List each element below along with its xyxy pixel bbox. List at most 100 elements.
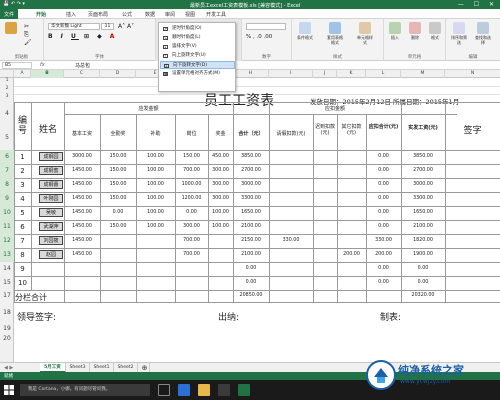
cell-subsidy[interactable]: 100.00 <box>136 210 175 215</box>
cell-bonus[interactable]: 450.00 <box>208 154 233 159</box>
name-box[interactable]: B5 <box>2 62 32 69</box>
menu-counterclockwise[interactable]: ↗ 逆时针角度(O) <box>160 25 235 33</box>
tab-home[interactable]: 开始 <box>36 11 46 18</box>
font-size-select[interactable]: 11 <box>101 23 114 30</box>
cell-attend[interactable]: 150.00 <box>100 168 136 173</box>
cell-net[interactable]: 1820.00 <box>401 238 445 243</box>
employee-name-cell[interactable]: 赵园 <box>39 250 63 259</box>
cell-total[interactable]: 3000.00 <box>233 182 269 187</box>
row-header[interactable]: 10 <box>0 206 14 220</box>
cell-total[interactable]: 3850.00 <box>233 154 269 159</box>
cell-base[interactable]: 1450.00 <box>64 168 100 173</box>
cell-base[interactable]: 1450.00 <box>64 252 100 257</box>
window-controls[interactable]: — ☐ ✕ <box>458 1 498 8</box>
cell-deduct[interactable]: 0.00 <box>366 210 401 215</box>
row-header[interactable]: 7 <box>0 164 14 178</box>
tab-data[interactable]: 数据 <box>145 11 155 18</box>
fx-icon[interactable]: fx <box>40 62 45 68</box>
cell-post[interactable]: 700.00 <box>175 168 208 173</box>
cell-post[interactable]: 700.00 <box>175 252 208 257</box>
col-header-l[interactable]: L <box>366 70 401 78</box>
cell-net[interactable]: 3000.00 <box>401 182 445 187</box>
cell-total[interactable]: 0.00 <box>233 280 269 285</box>
font-grow-shrink[interactable]: A˄ A˅ <box>118 23 134 30</box>
tab-insert[interactable]: 插入 <box>66 11 76 18</box>
row-header[interactable]: 5 <box>0 126 14 150</box>
cell-deduct[interactable]: 0.00 <box>366 196 401 201</box>
cell-deduct[interactable]: 0.00 <box>366 224 401 229</box>
worksheet-grid[interactable]: 员工工资表 发放日期：2015年2月12日 所属日期：2015年1月 编号 姓名… <box>14 78 500 362</box>
conditional-format-button[interactable]: 条件格式 <box>296 20 314 48</box>
sort-filter-button[interactable]: 排序和筛选 <box>450 20 468 48</box>
employee-name-cell[interactable]: 叶刚园 <box>39 194 63 203</box>
row-header[interactable]: 8 <box>0 178 14 192</box>
cell-net[interactable]: 2100.00 <box>401 224 445 229</box>
menu-rotate-down[interactable]: ↓ 向下旋转文字(D) <box>160 61 235 69</box>
select-all-corner[interactable] <box>0 70 14 78</box>
cell-total[interactable]: 2150.00 <box>233 238 269 243</box>
cell-attend[interactable]: 150.00 <box>100 224 136 229</box>
cell-post[interactable]: 1200.00 <box>175 196 208 201</box>
tab-file[interactable]: 文件 <box>0 9 19 19</box>
cell-attend[interactable]: 150.00 <box>100 154 136 159</box>
quick-access-toolbar[interactable]: 💾 ↶ ↷ ▾ <box>3 1 25 7</box>
cell-total[interactable]: 0.00 <box>233 266 269 271</box>
cell-subsidy[interactable]: 100.00 <box>136 168 175 173</box>
cell-attend[interactable]: 150.00 <box>100 182 136 187</box>
menu-clockwise[interactable]: ↘ 顺时针角度(L) <box>160 34 235 42</box>
cell-deduct[interactable]: 0.00 <box>366 280 401 285</box>
col-header-d[interactable]: D <box>100 70 136 78</box>
cell-base[interactable]: 1450.00 <box>64 210 100 215</box>
cell-net[interactable]: 2700.00 <box>401 168 445 173</box>
cell-deduct[interactable]: 0.00 <box>366 154 401 159</box>
cell-deduct[interactable]: 0.00 <box>366 266 401 271</box>
cell-net[interactable]: 0.00 <box>401 266 445 271</box>
tab-developer[interactable]: 开发工具 <box>206 11 226 18</box>
row-header[interactable]: 14 <box>0 262 14 276</box>
cell-deduct[interactable]: 0.00 <box>366 182 401 187</box>
store-icon[interactable] <box>218 384 230 396</box>
col-header-i[interactable]: I <box>269 70 313 78</box>
col-header-j[interactable]: J <box>313 70 337 78</box>
col-header-c[interactable]: C <box>64 70 100 78</box>
cell-attend[interactable]: 150.00 <box>100 196 136 201</box>
cell-subsidy[interactable]: 100.00 <box>136 154 175 159</box>
cell-styles-button[interactable]: 单元格样式 <box>356 20 374 48</box>
row-header[interactable]: 2 <box>0 86 14 94</box>
cell-bonus[interactable]: 100.00 <box>208 210 233 215</box>
cell-total[interactable]: 2100.00 <box>233 252 269 257</box>
cell-subsidy[interactable]: 100.00 <box>136 196 175 201</box>
cell-bonus[interactable]: 300.00 <box>208 196 233 201</box>
cell-subsidy[interactable]: 100.00 <box>136 182 175 187</box>
cell-deduct[interactable]: 0.00 <box>366 168 401 173</box>
number-format-buttons[interactable]: % , .0 .00 <box>246 34 272 40</box>
row-header[interactable]: 4 <box>0 102 14 126</box>
edge-browser-icon[interactable] <box>178 384 190 396</box>
tab-formulas[interactable]: 公式 <box>122 11 132 18</box>
row-header[interactable]: 17 <box>0 290 14 302</box>
menu-format-alignment[interactable]: ▦ 设置单元格对齐方式(M) <box>160 70 235 78</box>
cell-total[interactable]: 1650.00 <box>233 210 269 215</box>
cell-post[interactable]: 150.00 <box>175 154 208 159</box>
row-header[interactable]: 18 <box>0 302 14 324</box>
cell-net[interactable]: 0.00 <box>401 280 445 285</box>
formula-input[interactable]: 马总包 <box>75 62 90 69</box>
cell-subsidy[interactable]: 100.00 <box>136 224 175 229</box>
col-header-k[interactable]: K <box>337 70 366 78</box>
cell-total[interactable]: 2100.00 <box>233 224 269 229</box>
cell-net[interactable]: 1650.00 <box>401 210 445 215</box>
cell-bonus[interactable]: 300.00 <box>208 182 233 187</box>
windows-start-icon[interactable] <box>4 385 14 395</box>
tab-page-layout[interactable]: 页面布局 <box>88 11 108 18</box>
row-header[interactable]: 11 <box>0 220 14 234</box>
cell-bonus[interactable]: 300.00 <box>208 168 233 173</box>
cell-total[interactable]: 2700.00 <box>233 168 269 173</box>
col-header-n[interactable]: N <box>445 70 500 78</box>
col-header-a[interactable]: A <box>14 70 31 78</box>
row-header[interactable]: 3 <box>0 94 14 102</box>
cell-post[interactable]: 0.00 <box>175 210 208 215</box>
cell-post[interactable]: 300.00 <box>175 224 208 229</box>
cell-other[interactable]: 200.00 <box>337 252 366 257</box>
file-explorer-icon[interactable] <box>198 384 210 396</box>
cell-base[interactable]: 1450.00 <box>64 238 100 243</box>
